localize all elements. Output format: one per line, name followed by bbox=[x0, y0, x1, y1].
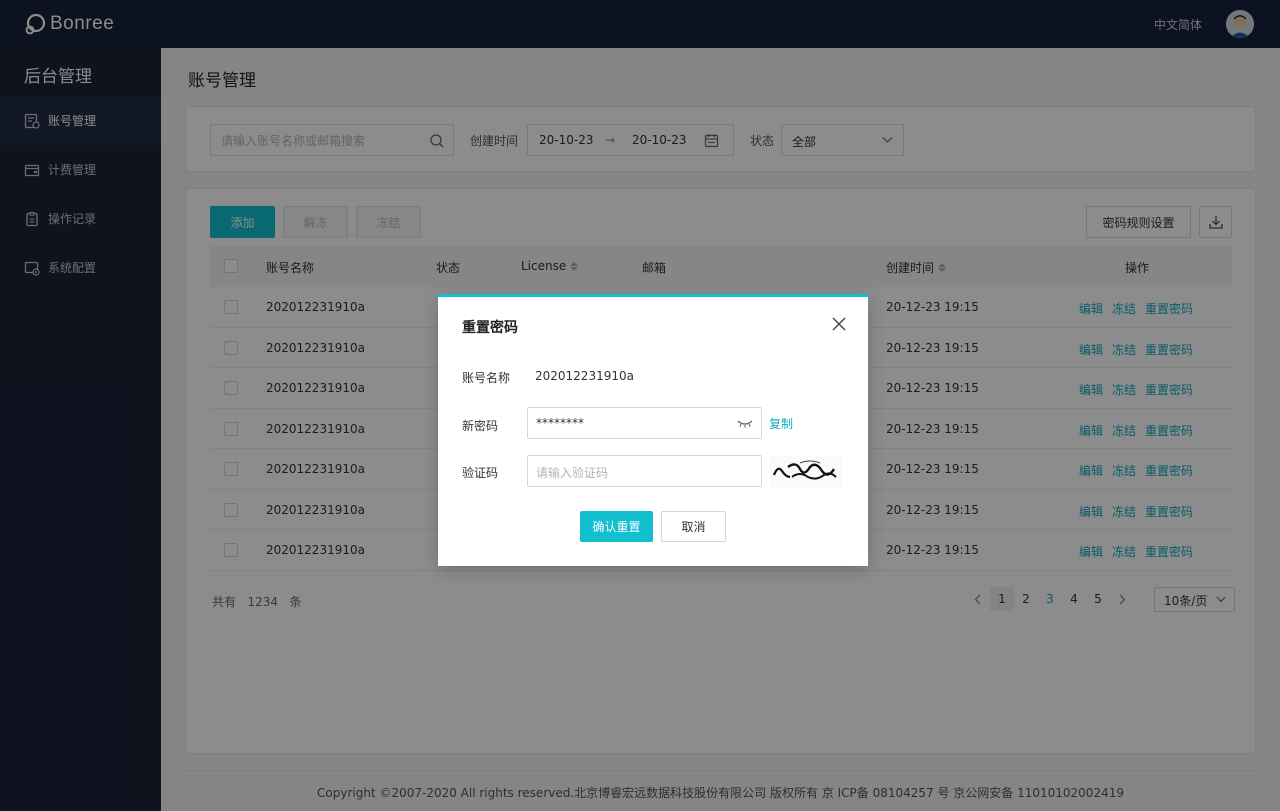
captcha-placeholder: 请输入验证码 bbox=[536, 466, 609, 480]
close-icon[interactable] bbox=[832, 317, 846, 331]
captcha-image-icon bbox=[770, 455, 842, 487]
new-password-label: 新密码 bbox=[462, 419, 499, 433]
captcha-image[interactable] bbox=[770, 455, 842, 487]
eye-closed-icon[interactable] bbox=[737, 418, 753, 428]
confirm-reset-button[interactable]: 确认重置 bbox=[580, 511, 653, 542]
captcha-label: 验证码 bbox=[462, 466, 499, 480]
new-password-value: ******** bbox=[536, 416, 584, 430]
cancel-button[interactable]: 取消 bbox=[661, 511, 726, 542]
account-name-label: 账号名称 bbox=[462, 371, 511, 385]
account-name-value: 202012231910a bbox=[535, 369, 634, 383]
copy-link[interactable]: 复制 bbox=[769, 415, 793, 432]
new-password-field[interactable]: ******** bbox=[527, 407, 762, 439]
captcha-input[interactable]: 请输入验证码 bbox=[527, 455, 762, 487]
dialog-title: 重置密码 bbox=[462, 320, 518, 336]
reset-password-dialog: 重置密码 账号名称 202012231910a 新密码 ******** 复制 … bbox=[438, 294, 868, 566]
